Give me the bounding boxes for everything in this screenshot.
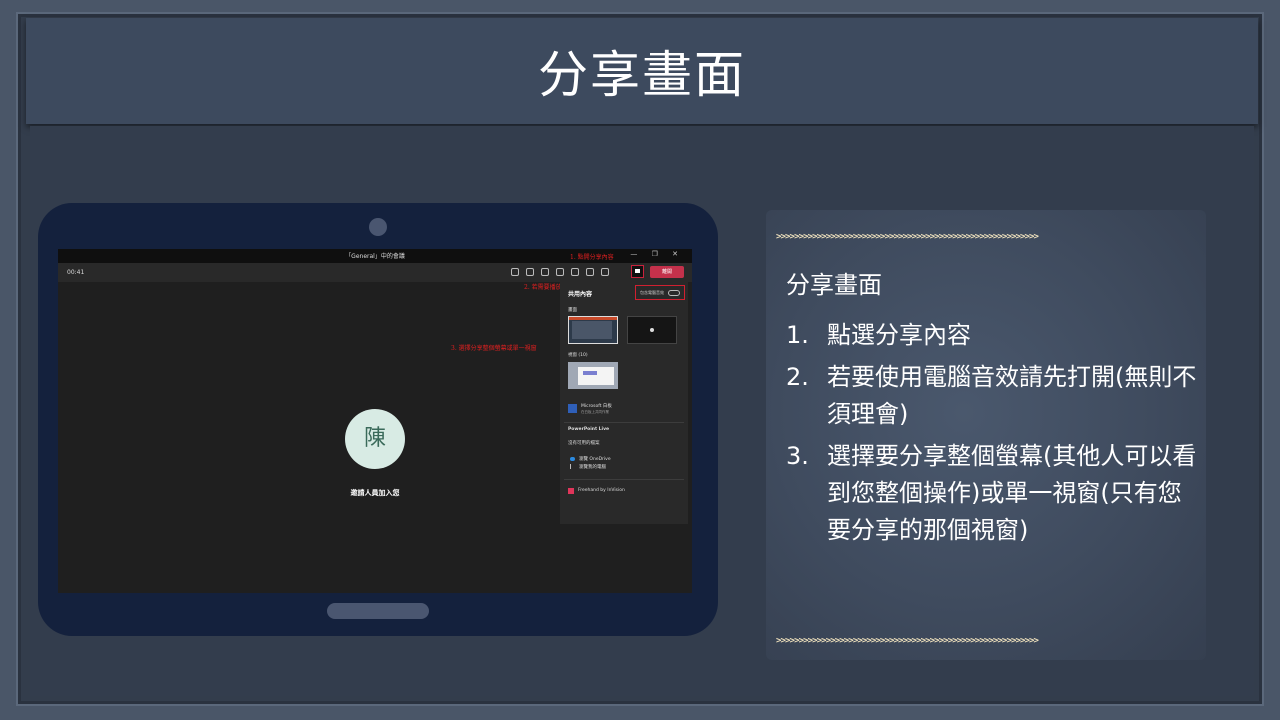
- step-text: 點選分享內容: [827, 321, 971, 349]
- include-audio-label: 包含電腦音效: [640, 290, 664, 295]
- slide-title: 分享畫面: [538, 46, 746, 104]
- tablet-mockup: 「General」中的會議 — ❐ ✕ 00:41 離開 1. 點開分享內容 2…: [38, 203, 718, 636]
- steps-list: 1. 點選分享內容 2. 若要使用電腦音效請先打開(無則不須理會) 3. 選擇要…: [786, 317, 1201, 554]
- powerpoint-live-label: PowerPoint Live: [568, 427, 610, 432]
- title-bar: 分享畫面: [26, 18, 1258, 124]
- panel-heading: 分享畫面: [786, 271, 882, 299]
- camera-toggle-icon[interactable]: [586, 268, 594, 276]
- window-thumbnail[interactable]: [568, 362, 618, 389]
- avatar: 陳: [345, 409, 405, 469]
- leave-button[interactable]: 離開: [650, 266, 684, 278]
- meeting-toolbar: 00:41 離開: [58, 263, 692, 282]
- camera-icon: [369, 218, 387, 236]
- no-files-text: 沒有可用的檔案: [568, 441, 600, 446]
- freehand-icon: [568, 488, 574, 494]
- list-item: 3. 選擇要分享整個螢幕(其他人可以看到您整個操作)或單一視窗(只有您要分享的那…: [786, 438, 1201, 549]
- screen-thumbnail-2[interactable]: [627, 316, 677, 344]
- reactions-icon[interactable]: [541, 268, 549, 276]
- share-content-button[interactable]: [631, 265, 644, 278]
- mic-toggle-icon[interactable]: [601, 268, 609, 276]
- step-text: 選擇要分享整個螢幕(其他人可以看到您整個操作)或單一視窗(只有您要分享的那個視窗…: [827, 442, 1197, 544]
- browse-onedrive-link[interactable]: 瀏覽 OneDrive: [579, 456, 611, 462]
- step-number: 2.: [786, 363, 809, 391]
- meeting-timer: 00:41: [67, 269, 85, 276]
- upload-icon: [570, 464, 575, 469]
- include-audio-toggle[interactable]: [668, 290, 680, 296]
- screens-label: 畫面: [568, 308, 577, 313]
- participants-icon[interactable]: [511, 268, 519, 276]
- browse-computer-link[interactable]: 瀏覽我的電腦: [579, 464, 606, 470]
- instruction-panel: >>>>>>>>>>>>>>>>>>>>>>>>>>>>>>>>>>>>>>>>…: [766, 210, 1206, 660]
- whiteboard-title[interactable]: Microsoft 白板: [581, 403, 612, 409]
- teams-meeting-screen: 「General」中的會議 — ❐ ✕ 00:41 離開 1. 點開分享內容 2…: [58, 249, 692, 593]
- windows-label: 視窗 (10): [568, 353, 588, 358]
- step-text: 若要使用電腦音效請先打開(無則不須理會): [827, 363, 1197, 428]
- freehand-option[interactable]: Freehand by InVision: [578, 488, 625, 493]
- decoration-top: >>>>>>>>>>>>>>>>>>>>>>>>>>>>>>>>>>>>>>>>…: [776, 232, 1039, 242]
- whiteboard-icon: [568, 404, 577, 413]
- list-item: 1. 點選分享內容: [786, 317, 1201, 354]
- more-actions-icon[interactable]: [571, 268, 579, 276]
- whiteboard-subtitle: 在白板上共同作業: [581, 410, 609, 414]
- step-number: 3.: [786, 442, 809, 470]
- rooms-icon[interactable]: [556, 268, 564, 276]
- screen-thumbnail-1[interactable]: [568, 316, 618, 344]
- divider: [564, 479, 684, 480]
- annotation-step3: 3. 選擇分享整個螢幕或單一視窗: [451, 345, 537, 352]
- decoration-bottom: >>>>>>>>>>>>>>>>>>>>>>>>>>>>>>>>>>>>>>>>…: [776, 636, 1039, 646]
- annotation-step1: 1. 點開分享內容: [570, 254, 614, 261]
- chat-icon[interactable]: [526, 268, 534, 276]
- share-panel-title: 共用內容: [568, 291, 593, 298]
- home-button: [327, 603, 429, 619]
- meeting-controls: [511, 268, 609, 276]
- share-content-panel: 共用內容 包含電腦音效 畫面 視窗 (10) Microsoft 白板 在白板上…: [560, 282, 688, 524]
- invite-text[interactable]: 邀請人員加入您: [318, 488, 432, 498]
- window-controls[interactable]: — ❐ ✕: [630, 250, 684, 258]
- divider: [564, 422, 684, 423]
- step-number: 1.: [786, 321, 809, 349]
- include-audio-box[interactable]: 包含電腦音效: [635, 285, 685, 300]
- onedrive-icon: [570, 457, 575, 461]
- list-item: 2. 若要使用電腦音效請先打開(無則不須理會): [786, 359, 1201, 433]
